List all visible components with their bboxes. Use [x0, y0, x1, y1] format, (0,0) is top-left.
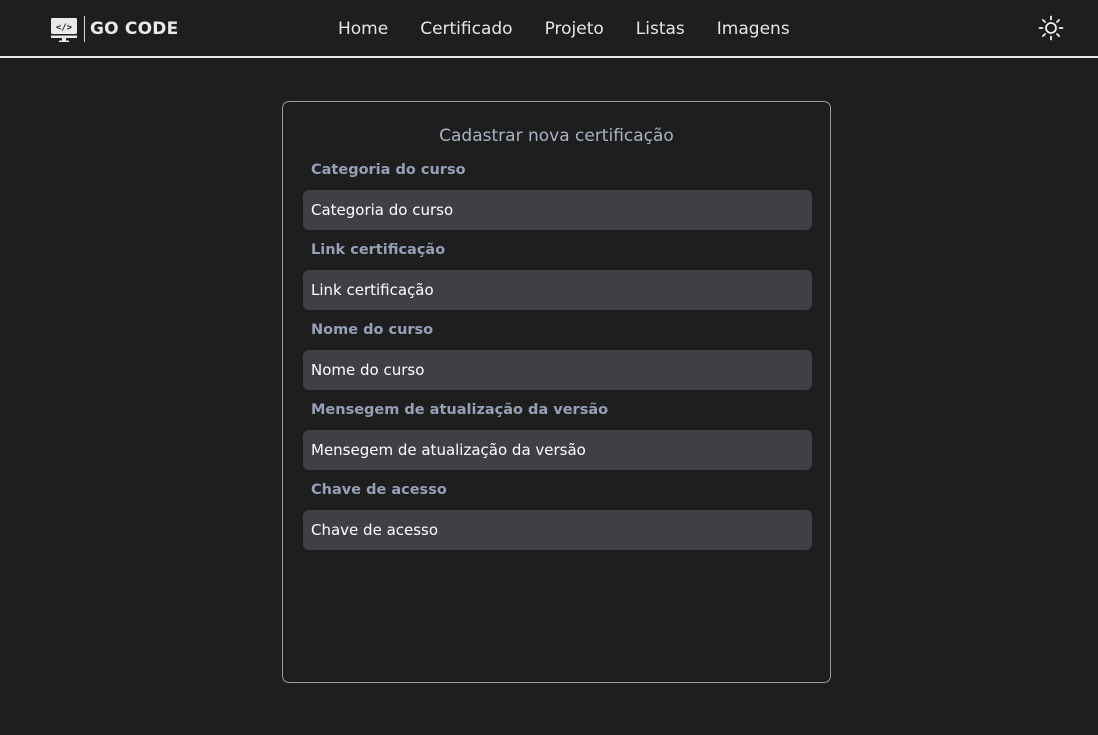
brand-divider: [84, 16, 85, 42]
course-name-label: Nome do curso: [311, 322, 434, 338]
version-message-label: Mensegem de atualização da versão: [311, 402, 609, 418]
category-input[interactable]: [303, 190, 812, 230]
top-navbar: </> GO CODE Home Certificado Projeto Lis…: [0, 0, 1098, 58]
access-key-label: Chave de acesso: [311, 482, 447, 498]
certificate-link-label: Link certificação: [311, 242, 446, 258]
version-message-input[interactable]: [303, 430, 812, 470]
main-nav: Home Certificado Projeto Listas Imagens: [338, 19, 790, 39]
access-key-input[interactable]: [303, 510, 812, 550]
nav-home[interactable]: Home: [338, 19, 388, 39]
code-monitor-icon: </>: [50, 15, 78, 43]
category-label: Categoria do curso: [311, 162, 466, 178]
brand-name: GO CODE: [90, 19, 179, 39]
svg-text:</>: </>: [56, 23, 73, 33]
brand-logo[interactable]: </> GO CODE: [50, 15, 178, 43]
course-name-input[interactable]: [303, 350, 812, 390]
nav-imagens[interactable]: Imagens: [717, 19, 790, 39]
nav-projeto[interactable]: Projeto: [545, 19, 604, 39]
form-title: Cadastrar nova certificação: [439, 126, 674, 146]
nav-listas[interactable]: Listas: [636, 19, 685, 39]
certificate-link-input[interactable]: [303, 270, 812, 310]
sun-icon[interactable]: [1038, 15, 1064, 41]
nav-certificado[interactable]: Certificado: [420, 19, 512, 39]
certification-form-card: Cadastrar nova certificação Categoria do…: [282, 101, 831, 683]
